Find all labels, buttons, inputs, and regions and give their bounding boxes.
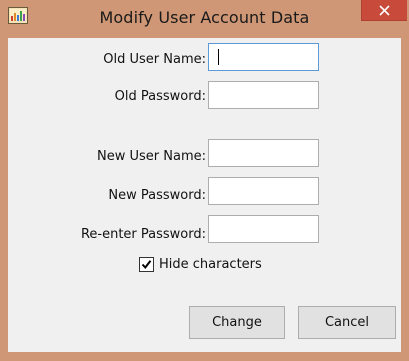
close-icon bbox=[379, 5, 390, 16]
hide-characters-label[interactable]: Hide characters bbox=[159, 257, 262, 272]
title-bar[interactable]: Modify User Account Data bbox=[0, 0, 409, 38]
old-user-name-label: Old User Name: bbox=[103, 52, 206, 67]
dialog-body: Old User Name: Old Password: New User Na… bbox=[8, 38, 401, 352]
window-title: Modify User Account Data bbox=[99, 8, 310, 27]
new-user-name-field[interactable] bbox=[208, 139, 319, 167]
new-user-name-label: New User Name: bbox=[97, 149, 206, 164]
checkmark-icon bbox=[141, 260, 152, 270]
cancel-button[interactable]: Cancel bbox=[298, 306, 396, 339]
close-button[interactable] bbox=[361, 0, 407, 21]
old-password-label: Old Password: bbox=[114, 89, 206, 104]
old-user-name-field[interactable] bbox=[208, 43, 319, 71]
new-password-field[interactable] bbox=[208, 177, 319, 205]
text-caret bbox=[218, 49, 219, 65]
reenter-password-field[interactable] bbox=[208, 215, 319, 243]
new-password-label: New Password: bbox=[108, 188, 206, 203]
old-password-field[interactable] bbox=[208, 81, 319, 109]
dialog-window: Modify User Account Data Old User Name: … bbox=[0, 0, 409, 361]
hide-characters-checkbox[interactable] bbox=[139, 257, 154, 272]
change-button[interactable]: Change bbox=[189, 306, 285, 339]
reenter-password-label: Re-enter Password: bbox=[80, 227, 206, 242]
